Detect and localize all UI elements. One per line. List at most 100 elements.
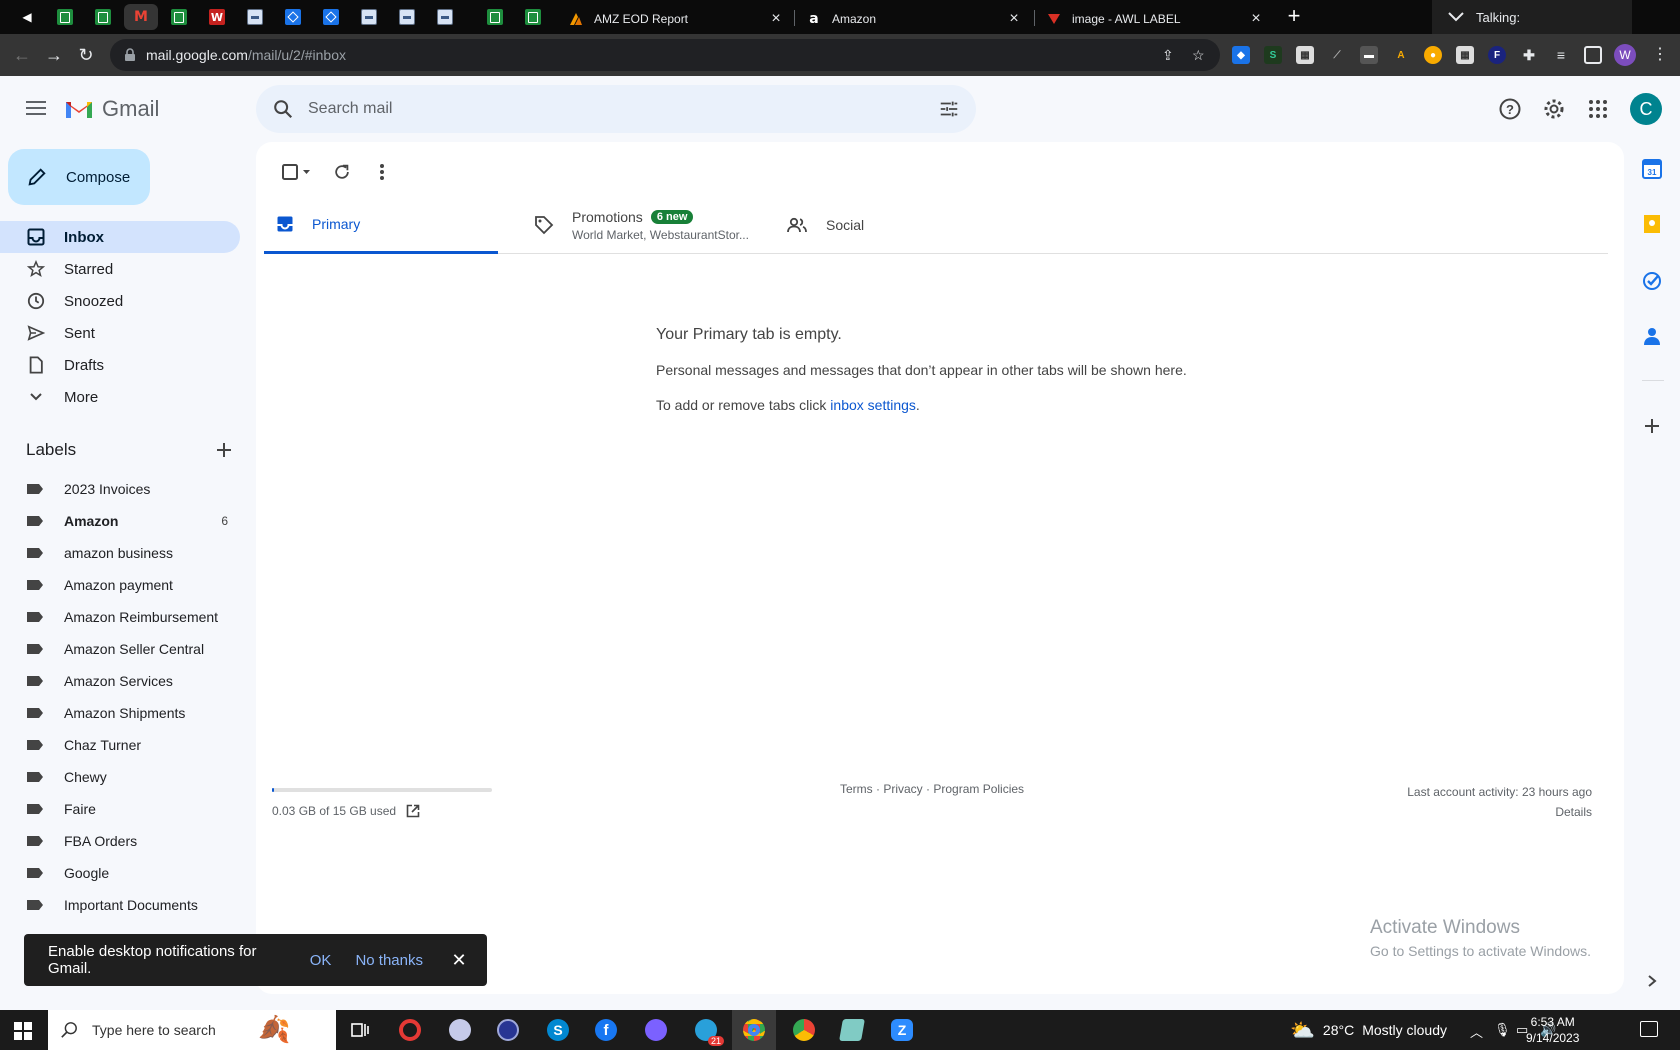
pinned-tab-w[interactable]: W xyxy=(200,4,234,30)
browser-profile-avatar[interactable]: W xyxy=(1614,44,1636,66)
more-options-icon[interactable] xyxy=(362,152,402,192)
tab-amazon[interactable]: a Amazon × xyxy=(796,4,1032,34)
task-view-icon[interactable] xyxy=(346,1016,374,1044)
sidebar-label-item[interactable]: Important Documents xyxy=(0,889,240,921)
opera-icon[interactable] xyxy=(396,1016,424,1044)
talking-indicator[interactable]: Talking: xyxy=(1432,0,1632,34)
telegram-icon[interactable]: 21 xyxy=(692,1016,724,1046)
windows-start-icon[interactable] xyxy=(14,1022,32,1040)
compose-button[interactable]: Compose xyxy=(8,149,150,205)
help-icon[interactable]: ? xyxy=(1498,97,1522,121)
sidebar-item-inbox[interactable]: Inbox xyxy=(0,221,240,253)
qr-icon[interactable]: ▦ xyxy=(1456,46,1474,64)
inbox-settings-link[interactable]: inbox settings xyxy=(830,397,916,413)
app-icon[interactable] xyxy=(446,1016,474,1044)
sidebar-label-item[interactable]: Chaz Turner xyxy=(0,729,240,761)
clock-app-icon[interactable] xyxy=(494,1016,522,1044)
gmail-logo[interactable]: Gmail xyxy=(64,96,159,122)
account-avatar[interactable]: C xyxy=(1630,93,1662,125)
extension-icon[interactable]: F xyxy=(1488,46,1506,64)
sidebar-label-item[interactable]: Amazon payment xyxy=(0,569,240,601)
open-in-new-icon[interactable] xyxy=(406,804,420,818)
sidebar-label-item[interactable]: Google xyxy=(0,857,240,889)
back-button[interactable]: ← xyxy=(10,43,34,67)
terms-link[interactable]: Terms xyxy=(840,782,873,796)
program-policies-link[interactable]: Program Policies xyxy=(933,782,1024,796)
add-label-icon[interactable] xyxy=(216,442,232,458)
sidebar-label-item[interactable]: Amazon Shipments xyxy=(0,697,240,729)
main-menu-icon[interactable] xyxy=(24,97,48,121)
sidebar-label-item[interactable]: FBA Orders xyxy=(0,825,240,857)
extension-icon[interactable]: ⟋ xyxy=(1328,46,1346,64)
pinned-tab-dev[interactable] xyxy=(428,4,462,30)
taskbar-search[interactable]: Type here to search 🍂 xyxy=(48,1010,336,1050)
contacts-icon[interactable] xyxy=(1640,324,1664,348)
messenger-icon[interactable] xyxy=(642,1016,670,1044)
show-hidden-icons-icon[interactable]: ︿ xyxy=(1470,1022,1483,1041)
zoom-icon[interactable]: Z xyxy=(888,1016,916,1044)
pinned-tab-gmail[interactable]: M xyxy=(124,4,158,30)
system-clock[interactable]: 6:53 AM 9/14/2023 xyxy=(1526,1014,1579,1046)
star-bookmark-icon[interactable]: ☆ xyxy=(1192,47,1205,64)
sidebar-label-item[interactable]: Faire xyxy=(0,793,240,825)
tab-social[interactable]: Social xyxy=(774,196,1008,254)
close-tab-icon[interactable]: × xyxy=(1248,10,1264,28)
pinned-tab-diamond[interactable] xyxy=(314,4,348,30)
sidebar-label-item[interactable]: Amazon Reimbursement xyxy=(0,601,240,633)
chrome-icon[interactable] xyxy=(790,1016,818,1044)
sidebar-label-item[interactable]: 2023 Invoices xyxy=(0,473,240,505)
extension-icon[interactable]: ◆ xyxy=(1232,46,1250,64)
notepad-icon[interactable] xyxy=(838,1016,866,1044)
calendar-icon[interactable]: 31 xyxy=(1640,157,1664,181)
tab-promotions[interactable]: Promotions 6 new World Market, Webstaura… xyxy=(522,196,756,254)
pinned-tab-sheets[interactable] xyxy=(48,4,82,30)
sidebar-label-item[interactable]: Amazon Seller Central xyxy=(0,633,240,665)
privacy-link[interactable]: Privacy xyxy=(883,782,922,796)
ok-button[interactable]: OK xyxy=(310,952,332,969)
keep-icon[interactable] xyxy=(1640,212,1664,236)
tab-primary[interactable]: Primary xyxy=(264,196,498,254)
close-icon[interactable]: ✕ xyxy=(447,948,471,972)
forward-button[interactable]: → xyxy=(42,43,66,67)
settings-gear-icon[interactable] xyxy=(1542,97,1566,121)
search-options-icon[interactable] xyxy=(938,98,960,120)
pinned-tab-sheets[interactable] xyxy=(478,4,512,30)
side-panel-icon[interactable] xyxy=(1584,46,1602,64)
address-bar[interactable]: mail.google.com/mail/u/2/#inbox ⇪ ☆ xyxy=(110,39,1220,71)
extension-icon[interactable]: S xyxy=(1264,46,1282,64)
extension-icon[interactable]: ▦ xyxy=(1296,46,1314,64)
skype-icon[interactable]: S xyxy=(544,1016,572,1044)
microphone-icon[interactable]: 🎙 xyxy=(1494,1022,1511,1038)
pinned-tab-diamond[interactable] xyxy=(276,4,310,30)
apps-grid-icon[interactable] xyxy=(1586,97,1610,121)
sidebar-label-item[interactable]: Chewy xyxy=(0,761,240,793)
extension-icon[interactable]: A xyxy=(1392,46,1410,64)
weather-widget[interactable]: ⛅ 28°C Mostly cloudy xyxy=(1290,1010,1447,1050)
pinned-tab-sheets[interactable] xyxy=(86,4,120,30)
pinned-tab-sheets[interactable] xyxy=(516,4,550,30)
reload-button[interactable]: ↻ xyxy=(74,43,98,67)
tab-awl-label[interactable]: image - AWL LABEL × xyxy=(1036,4,1274,34)
pinned-tab-audio[interactable]: ◀ xyxy=(10,4,44,30)
sidebar-label-item[interactable]: amazon business xyxy=(0,537,240,569)
close-tab-icon[interactable]: × xyxy=(768,10,784,28)
puzzle-icon[interactable]: ✚ xyxy=(1520,46,1538,64)
facebook-icon[interactable]: f xyxy=(592,1016,620,1044)
new-tab-button[interactable]: + xyxy=(1282,5,1306,29)
select-all-checkbox[interactable] xyxy=(272,152,322,192)
sidebar-item-starred[interactable]: Starred xyxy=(0,253,240,285)
sidebar-item-snoozed[interactable]: Snoozed xyxy=(0,285,240,317)
sidebar-label-item[interactable]: Amazon Services xyxy=(0,665,240,697)
pinned-tab-dev[interactable] xyxy=(390,4,424,30)
sidebar-item-more[interactable]: More xyxy=(0,381,240,413)
search-icon[interactable] xyxy=(272,98,294,120)
extension-icon[interactable]: ● xyxy=(1424,46,1442,64)
pinned-tab-sheets[interactable] xyxy=(162,4,196,30)
expand-side-panel-icon[interactable] xyxy=(1640,969,1664,993)
pinned-tab-dev[interactable] xyxy=(352,4,386,30)
taskbar-search-input[interactable]: Type here to search xyxy=(92,1022,216,1038)
pinned-tab-dev[interactable] xyxy=(238,4,272,30)
sidebar-label-item[interactable]: Amazon 6 xyxy=(0,505,240,537)
get-addons-icon[interactable] xyxy=(1640,414,1664,438)
share-icon[interactable]: ⇪ xyxy=(1162,47,1174,64)
